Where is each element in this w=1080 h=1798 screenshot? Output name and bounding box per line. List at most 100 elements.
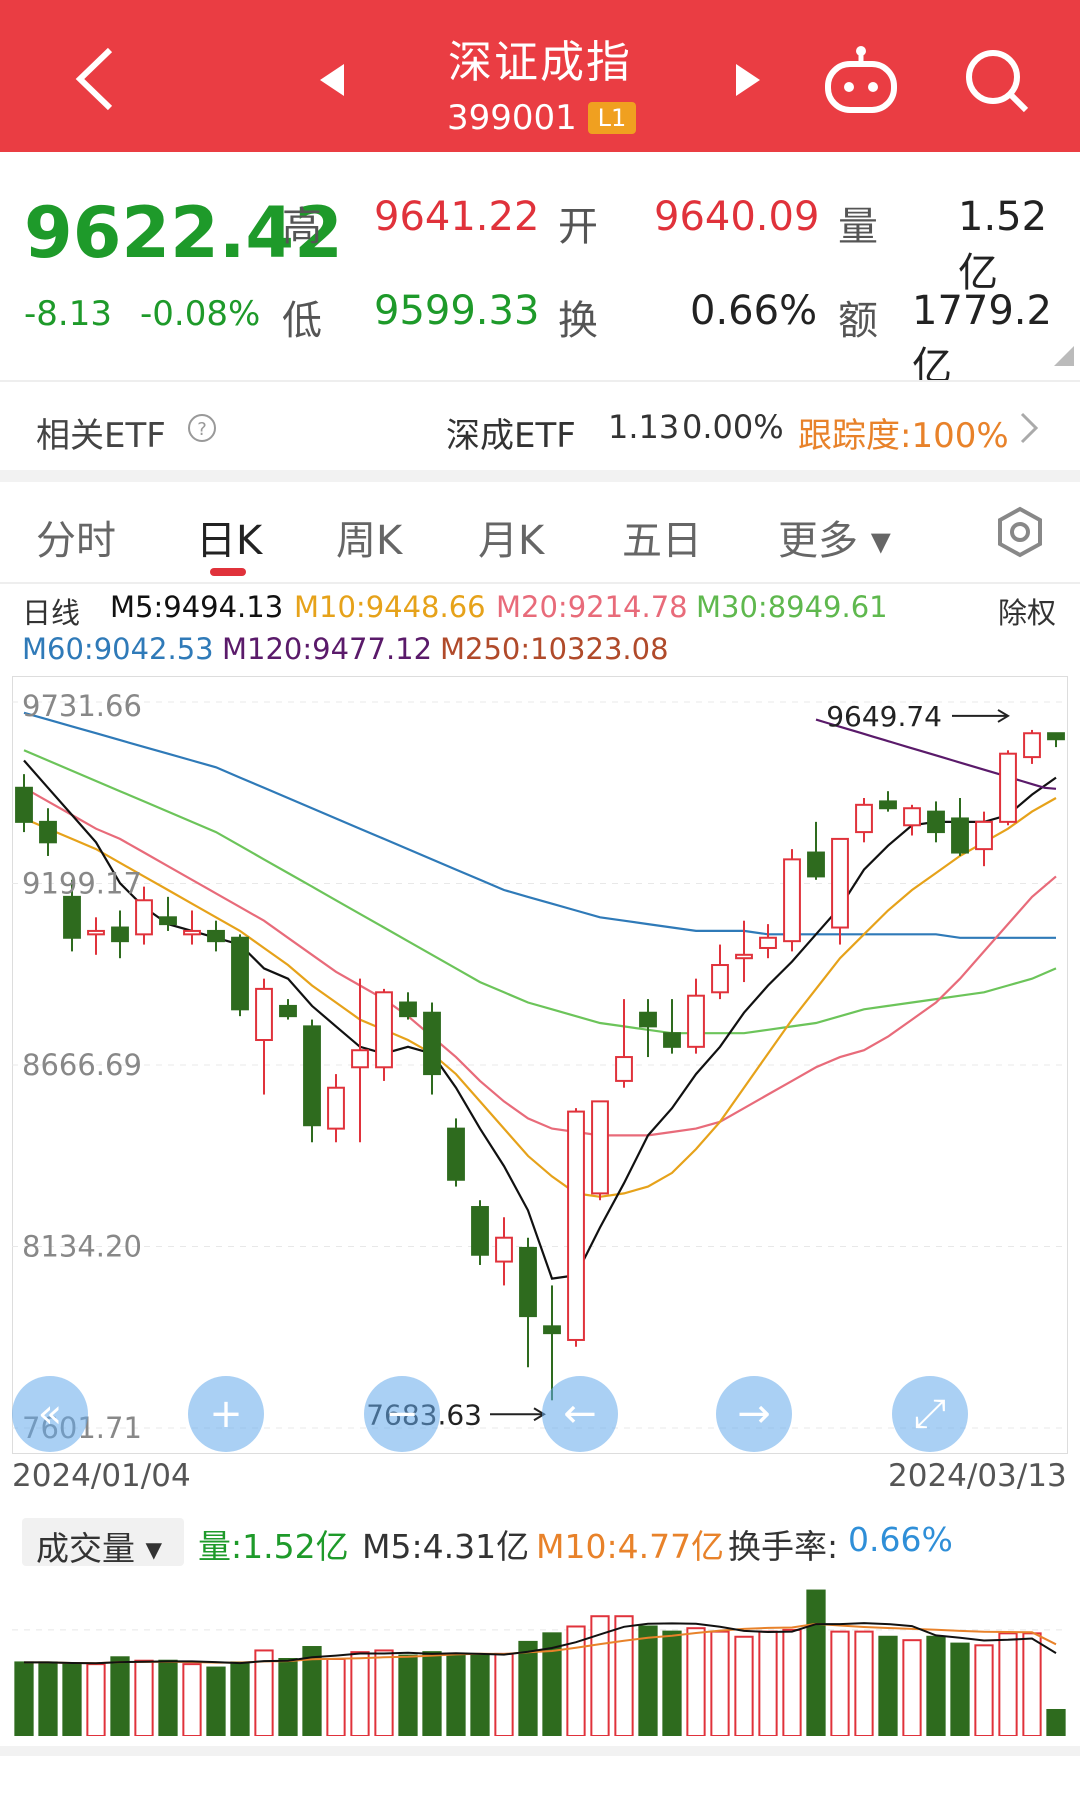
candle-up [495, 1236, 513, 1263]
candle-up [255, 987, 273, 1042]
candle-up [999, 752, 1017, 823]
volume-bar-down [62, 1663, 82, 1736]
volume-bar-up [758, 1630, 778, 1736]
ma5-value: M5:9494.13 [110, 590, 284, 624]
candlestick-chart[interactable]: 9731.669199.178666.698134.207601.719649.… [12, 676, 1068, 1454]
turnover-rate-value: 0.66% [848, 1520, 953, 1559]
amount-value: 1779.2亿 [912, 288, 1052, 390]
volume-bar-down [1046, 1708, 1066, 1736]
volume-bar-down [278, 1658, 298, 1736]
tab-more[interactable]: 更多 ▾ [778, 508, 891, 566]
volume-bar-up [374, 1649, 394, 1736]
scroll-right-icon: → [737, 1391, 771, 1437]
candle-up [615, 1056, 633, 1082]
candle-up [975, 820, 993, 851]
candle-down [639, 1011, 657, 1028]
volume-bar-up [710, 1630, 730, 1736]
volume-bar-down [230, 1661, 250, 1736]
scroll-right-button[interactable]: → [716, 1376, 792, 1452]
volume-m10: M10:4.77亿 [536, 1527, 725, 1566]
search-icon[interactable] [962, 46, 1032, 116]
candle-down [1047, 732, 1065, 741]
section-divider [0, 470, 1080, 482]
open-label: 开 [558, 204, 598, 250]
volume-bar-down [470, 1654, 490, 1736]
robot-icon[interactable] [822, 44, 900, 116]
volume-bar-up [686, 1627, 706, 1736]
candle-up [183, 929, 201, 936]
tab-weekly-k[interactable]: 周K [336, 508, 402, 566]
candle-down [279, 1004, 297, 1018]
low-value: 9599.33 [374, 288, 540, 334]
candle-up [831, 837, 849, 929]
candle-down [15, 786, 33, 823]
question-circle-icon[interactable]: ? [186, 412, 218, 444]
volume-amount: 量:1.52亿 [198, 1527, 349, 1566]
candle-down [927, 810, 945, 834]
volume-bar-up [182, 1663, 202, 1736]
scroll-left-button[interactable]: ← [542, 1376, 618, 1452]
ma30-line [23, 749, 1057, 1035]
ex-rights-toggle[interactable]: 除权 [998, 590, 1056, 632]
candle-down [807, 851, 825, 878]
candle-down [39, 820, 57, 844]
candle-down [111, 926, 129, 943]
collapse-left-button[interactable]: « [12, 1376, 88, 1452]
volume-bar-down [14, 1661, 34, 1736]
candle-up [327, 1086, 345, 1130]
candle-up [783, 858, 801, 943]
x-end-date: 2024/03/13 [888, 1458, 1067, 1494]
level-badge: L1 [588, 102, 636, 134]
candle-up [687, 994, 705, 1048]
turnover-rate-label: 换手率: [728, 1527, 839, 1566]
active-tab-indicator [210, 568, 246, 576]
candle-up [735, 953, 753, 960]
candle-up [1023, 732, 1041, 759]
candle-down [663, 1032, 681, 1048]
volume-bar-up [974, 1644, 994, 1736]
candle-up [711, 964, 729, 994]
tab-five-day[interactable]: 五日 [622, 508, 702, 566]
header-bar: 深证成指 399001 L1 [0, 0, 1080, 152]
tab-intraday[interactable]: 分时 [36, 508, 116, 566]
volume-bar-up [614, 1615, 634, 1736]
zoom-in-icon: + [209, 1391, 243, 1437]
volume-bar-up [830, 1630, 850, 1736]
volume-bar-up [902, 1639, 922, 1736]
chevron-right-icon[interactable] [1016, 410, 1040, 446]
volume-bar-down [950, 1642, 970, 1736]
corner-expand-icon[interactable] [1054, 346, 1074, 366]
volume-chart[interactable] [12, 1576, 1068, 1736]
volume-bar-down [446, 1654, 466, 1736]
y-tick-label: 9199.17 [22, 867, 142, 901]
etf-label: 相关ETF [36, 416, 166, 456]
ma20-value: M20:9214.78 [496, 590, 688, 624]
volume-selector[interactable]: 成交量 ▾ [22, 1518, 184, 1568]
candle-down [951, 817, 969, 854]
candle-up [375, 991, 393, 1069]
triangle-right-icon[interactable] [732, 62, 762, 98]
index-title: 深证成指 [448, 37, 632, 88]
volume-bar-up [854, 1630, 874, 1736]
tab-monthly-k[interactable]: 月K [478, 508, 544, 566]
related-etf-row[interactable]: 相关ETF ? 深成ETF 1.13 0.00% 跟踪度:100% [0, 380, 1080, 472]
volume-bar-up [1022, 1632, 1042, 1736]
candle-down [207, 929, 225, 943]
zoom-in-button[interactable]: + [188, 1376, 264, 1452]
tab-daily-k[interactable]: 日K [196, 508, 262, 566]
turnover-value: 0.66% [690, 288, 818, 334]
volume-bar-up [782, 1628, 802, 1736]
volume-bar-down [38, 1661, 58, 1736]
amount-label: 额 [838, 298, 878, 344]
index-code: 399001 [447, 98, 577, 138]
hexagon-gear-icon[interactable] [994, 506, 1046, 558]
volume-bar-down [878, 1635, 898, 1736]
candle-up [87, 929, 105, 936]
candle-up [135, 899, 153, 936]
zoom-out-button[interactable]: − [364, 1376, 440, 1452]
fullscreen-button[interactable]: ⤢ [892, 1376, 968, 1452]
ma250-value: M250:10323.08 [440, 632, 669, 666]
candle-down [399, 1001, 417, 1018]
x-start-date: 2024/01/04 [12, 1458, 191, 1494]
etf-price: 1.13 [608, 408, 680, 446]
